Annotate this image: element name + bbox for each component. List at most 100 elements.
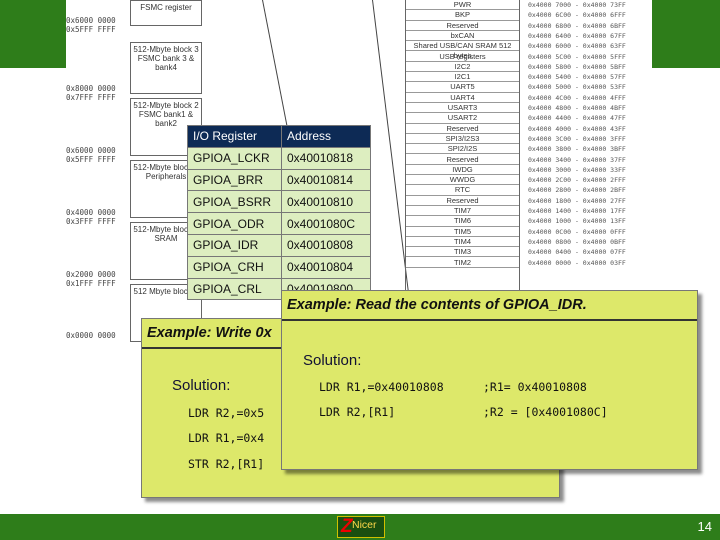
- code-instruction: LDR R1,=0x40010808: [319, 380, 444, 394]
- memory-region-address: 0x4000 1000 - 0x4000 13FF: [528, 217, 626, 226]
- memory-region-cell: Shared USB/CAN SRAM 512 bytes: [406, 41, 519, 60]
- memory-region-cell: Reserved: [406, 124, 519, 134]
- table-row: GPIOA_IDR 0x40010808: [187, 233, 371, 257]
- table-row: GPIOA_ODR 0x4001080C: [187, 212, 371, 235]
- register-address: 0x40010804: [281, 255, 371, 279]
- memory-region-address: 0x4000 0C00 - 0x4000 0FFF: [528, 227, 626, 236]
- register-address: 0x40010818: [281, 146, 371, 170]
- memory-region-address: 0x4000 7000 - 0x4000 73FF: [528, 1, 626, 9]
- memory-region-cell: TIM3: [406, 247, 519, 258]
- connector-line: [262, 0, 289, 133]
- memory-region-address: 0x4000 5000 - 0x4000 53FF: [528, 83, 626, 92]
- memory-region-cell: USB registers: [406, 52, 519, 62]
- memory-region-cell: UART4: [406, 93, 519, 103]
- register-name: GPIOA_ODR: [187, 212, 282, 235]
- memory-region-address: 0x4000 1800 - 0x4000 27FF: [528, 196, 626, 205]
- memory-region-cell: USART3: [406, 103, 519, 114]
- code-line: LDR R2,=0x5: [188, 406, 265, 420]
- table-row: GPIOA_BRR 0x40010814: [187, 168, 371, 192]
- register-address: 0x40010808: [281, 233, 371, 257]
- code-comment: ;R1= 0x40010808: [483, 380, 587, 394]
- memory-region-address: 0x4000 3000 - 0x4000 33FF: [528, 165, 626, 174]
- register-address: 0x40010814: [281, 168, 371, 192]
- addr-label: 0x0000 0000: [66, 331, 116, 340]
- memory-region-address: 0x4000 0800 - 0x4000 0BFF: [528, 237, 626, 246]
- memory-region-cell: RTC: [406, 185, 519, 196]
- frame-bar-right: [652, 0, 720, 68]
- example-write-solution-label: Solution:: [172, 377, 231, 394]
- memory-region-address: 0x4000 4C00 - 0x4000 4FFF: [528, 93, 626, 102]
- memory-region-address: 0x4000 2C00 - 0x4000 2FFF: [528, 176, 626, 185]
- memory-region-cell: UART5: [406, 82, 519, 93]
- addr-label: 0x6000 0000: [66, 16, 116, 25]
- memory-region-cell: TIM2: [406, 258, 519, 268]
- memory-region-cell: WWDG: [406, 175, 519, 186]
- memory-region-cell: TIM6: [406, 216, 519, 227]
- table-row: GPIOA_BSRR 0x40010810: [187, 190, 371, 214]
- memory-region-cell: IWDG: [406, 165, 519, 176]
- register-name: GPIOA_CRH: [187, 255, 282, 279]
- memory-region-cell: SPI2/I2S: [406, 144, 519, 155]
- memory-block: FSMC register: [130, 0, 202, 26]
- memory-block: 512-Mbyte block 3 FSMC bank 3 & bank4: [130, 42, 202, 94]
- register-name: GPIOA_BRR: [187, 168, 282, 192]
- code-comment: ;R2 = [0x4001080C]: [483, 405, 608, 419]
- example-read-box: Example: Read the contents of GPIOA_IDR.…: [281, 290, 698, 470]
- column-header-address: Address: [281, 125, 371, 148]
- memory-region-cell: Reserved: [406, 196, 519, 206]
- register-name: GPIOA_BSRR: [187, 190, 282, 214]
- memory-region-address: 0x4000 1400 - 0x4000 17FF: [528, 207, 626, 215]
- register-address: 0x4001080C: [281, 212, 371, 235]
- memory-region-address: 0x4000 6400 - 0x4000 67FF: [528, 31, 626, 40]
- memory-region-cell: PWR: [406, 0, 519, 11]
- addr-label: 0x5FFF FFFF: [66, 25, 116, 34]
- example-read-title: Example: Read the contents of GPIOA_IDR.: [282, 291, 697, 321]
- memory-region-address: 0x4000 5400 - 0x4000 57FF: [528, 73, 626, 82]
- addr-label: 0x5FFF FFFF: [66, 155, 116, 164]
- memory-region-address: 0x4000 4800 - 0x4000 4BFF: [528, 104, 626, 112]
- memory-region-cell: BKP: [406, 10, 519, 21]
- code-line: LDR R1,=0x4: [188, 431, 265, 445]
- code-line: STR R2,[R1]: [188, 457, 265, 471]
- addr-label: 0x6000 0000: [66, 146, 116, 155]
- page-number: 14: [697, 519, 712, 534]
- memory-region-address: 0x4000 0000 - 0x4000 03FF: [528, 258, 626, 267]
- register-name: GPIOA_IDR: [187, 233, 282, 257]
- table-header-row: I/O Register Address: [187, 125, 371, 148]
- memory-region-cell: TIM4: [406, 237, 519, 248]
- nicer-logo: Z Nicer: [337, 516, 385, 538]
- memory-region-address: 0x4000 4400 - 0x4000 47FF: [528, 114, 626, 123]
- memory-region-address: 0x4000 6800 - 0x4000 6BFF: [528, 21, 626, 30]
- memory-region-cell: I2C1: [406, 72, 519, 83]
- memory-region-cell: SPI3/I2S3: [406, 134, 519, 145]
- example-read-solution-label: Solution:: [303, 352, 362, 369]
- memory-region-address: 0x4000 6000 - 0x4000 63FF: [528, 42, 626, 51]
- addr-label: 0x1FFF FFFF: [66, 279, 116, 288]
- memory-region-address: 0x4000 3400 - 0x4000 37FF: [528, 155, 626, 164]
- memory-region-cell: Reserved: [406, 21, 519, 31]
- connector-line: [372, 0, 410, 298]
- memory-region-cell: USART2: [406, 113, 519, 124]
- memory-region-address: 0x4000 4000 - 0x4000 43FF: [528, 124, 626, 133]
- logo-letter: Z: [341, 516, 353, 537]
- io-register-table: I/O Register Address GPIOA_LCKR 0x4001081…: [187, 125, 371, 301]
- memory-region-cell: TIM7: [406, 206, 519, 217]
- logo-text: Nicer: [352, 519, 377, 531]
- addr-label: 0x7FFF FFFF: [66, 93, 116, 102]
- memory-region-address: 0x4000 0400 - 0x4000 07FF: [528, 248, 626, 257]
- memory-region-address: 0x4000 3C00 - 0x4000 3FFF: [528, 134, 626, 143]
- register-address: 0x40010810: [281, 190, 371, 214]
- memory-region-address: 0x4000 2800 - 0x4000 2BFF: [528, 186, 626, 195]
- memory-region-cell: bxCAN: [406, 31, 519, 42]
- table-row: GPIOA_CRH 0x40010804: [187, 255, 371, 279]
- memory-region-address: 0x4000 6C00 - 0x4000 6FFF: [528, 11, 626, 20]
- memory-region-address: 0x4000 5C00 - 0x4000 5FFF: [528, 52, 626, 61]
- memory-region-cell: TIM5: [406, 227, 519, 237]
- register-name: GPIOA_LCKR: [187, 146, 282, 170]
- code-instruction: LDR R2,[R1]: [319, 405, 396, 419]
- addr-label: 0x3FFF FFFF: [66, 217, 116, 226]
- memory-region-cell: Reserved: [406, 155, 519, 165]
- memory-region-address: 0x4000 3800 - 0x4000 3BFF: [528, 145, 626, 154]
- addr-label: 0x2000 0000: [66, 270, 116, 279]
- addr-label: 0x8000 0000: [66, 84, 116, 93]
